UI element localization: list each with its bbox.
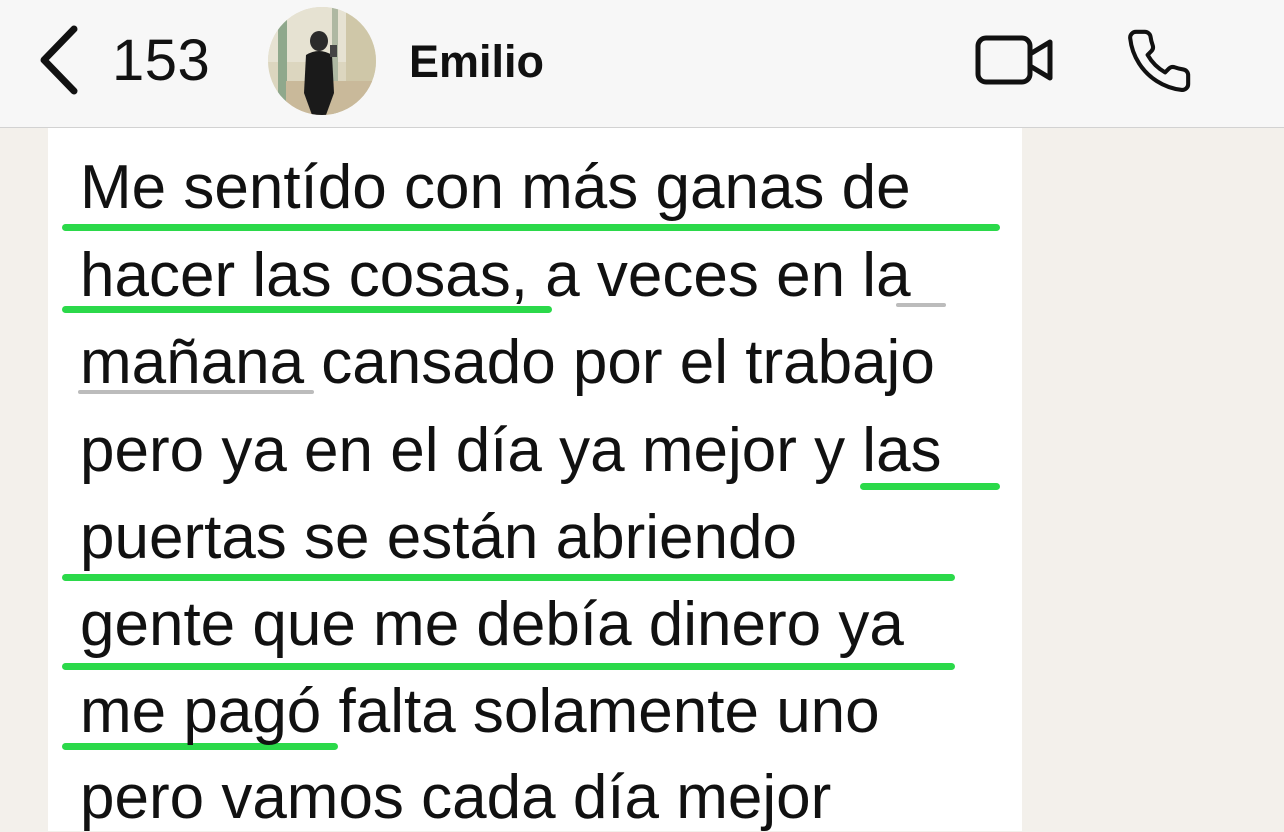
highlight-underline [62, 224, 1000, 231]
highlight-underline [62, 574, 955, 581]
back-button[interactable]: 153 [36, 20, 210, 100]
message-line: puertas se están abriendo [80, 503, 797, 572]
contact-name[interactable]: Emilio [409, 36, 544, 88]
unread-count: 153 [112, 27, 211, 93]
video-camera-icon [975, 35, 1053, 85]
video-call-button[interactable] [972, 30, 1056, 95]
message-line: pero ya en el día ya mejor y las [80, 416, 942, 485]
message-line: pero vamos cada día mejor [80, 763, 832, 832]
message-line: hacer las cosas, a veces en la [80, 241, 911, 310]
phone-icon [1128, 29, 1191, 92]
avatar[interactable] [268, 7, 376, 115]
chat-header: 153 Emilio [0, 0, 1284, 128]
chevron-left-icon [40, 25, 78, 95]
message-line: gente que me debía dinero ya [80, 590, 904, 659]
contact-photo [268, 7, 376, 115]
highlight-underline [62, 663, 955, 670]
message-line: me pagó falta solamente uno [80, 677, 880, 746]
message-line: mañana cansado por el trabajo [80, 328, 935, 397]
message-line: Me sentído con más ganas de [80, 153, 911, 222]
voice-call-button[interactable] [1124, 26, 1194, 101]
